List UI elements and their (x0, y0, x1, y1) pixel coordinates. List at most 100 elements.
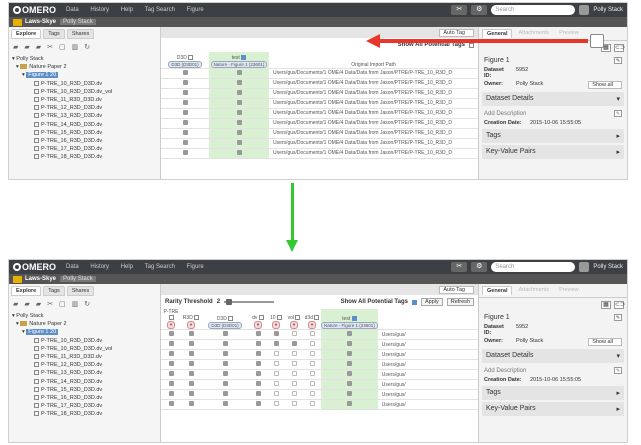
row-checkbox[interactable] (182, 99, 188, 105)
row-checkbox[interactable] (222, 381, 228, 386)
list-item[interactable]: P-TRE_10_R3D_D3D.dv (12, 337, 157, 345)
tree-user[interactable]: ▾ Polly Stack (12, 312, 157, 320)
column-checkbox[interactable] (295, 315, 301, 321)
list-item[interactable]: P-TRE_11_R3D_D3D.dv (12, 353, 157, 361)
row-checkbox[interactable] (346, 371, 352, 376)
copy-icon[interactable]: ▢ (59, 43, 66, 51)
row-checkbox[interactable] (236, 69, 242, 75)
row-checkbox[interactable] (346, 331, 352, 336)
show-all-tags-checkbox[interactable] (411, 299, 417, 305)
row-checkbox[interactable] (346, 401, 352, 406)
row-checkbox[interactable] (188, 401, 194, 406)
list-item[interactable]: P-TRE_13_R3D_D3D.dv (12, 369, 157, 377)
tab-general[interactable]: General (482, 286, 513, 295)
tab-tags[interactable]: Tags (43, 29, 65, 39)
tag-pill[interactable]: D3D (D3D01) (208, 322, 242, 329)
row-checkbox[interactable] (168, 371, 174, 376)
row-checkbox[interactable] (222, 391, 228, 396)
column-checkbox[interactable] (228, 316, 234, 322)
show-all-select[interactable]: Show all (588, 81, 622, 89)
tab-shares[interactable]: Shares (66, 286, 95, 296)
row-checkbox[interactable] (255, 381, 261, 386)
nav-tag-search[interactable]: Tag Search (145, 264, 175, 270)
list-item[interactable]: P-TRE_15_R3D_D3D.dv (12, 129, 157, 137)
row-checkbox[interactable] (291, 331, 297, 336)
list-item[interactable]: P-TRE_18_R3D_D3D.dv (12, 153, 157, 161)
row-checkbox[interactable] (168, 361, 174, 366)
user-name[interactable]: Polly Stack (593, 7, 623, 13)
row-checkbox[interactable] (309, 331, 315, 336)
dataset-details-section[interactable]: Dataset Details ▾ (482, 92, 624, 106)
row-checkbox[interactable] (182, 69, 188, 75)
gear-icon[interactable]: ⚙ (471, 5, 488, 15)
column-checkbox[interactable] (314, 315, 320, 321)
edit-icon[interactable]: ✎ (614, 57, 622, 64)
row-checkbox[interactable] (188, 371, 194, 376)
row-checkbox[interactable] (291, 371, 297, 376)
copy-icon[interactable]: ▢ (59, 300, 66, 308)
row-checkbox[interactable] (309, 351, 315, 356)
refresh-icon[interactable]: ↻ (84, 43, 90, 51)
tags-section[interactable]: Tags ▸ (482, 129, 624, 143)
list-item[interactable]: P-TRE_14_R3D_D3D.dv (12, 378, 157, 386)
grid-icon[interactable]: ▦ (601, 301, 611, 309)
edit-icon[interactable]: ✎ (614, 110, 622, 117)
row-checkbox[interactable] (168, 341, 174, 346)
nav-help[interactable]: Help (121, 7, 133, 13)
tab-preview[interactable]: Preview (555, 29, 583, 38)
tags-section[interactable]: Tags ▸ (482, 386, 624, 400)
row-checkbox[interactable] (236, 129, 242, 135)
tag-pill[interactable]: ▾ (307, 321, 317, 329)
row-checkbox[interactable] (255, 371, 261, 376)
list-item[interactable]: P-TRE_17_R3D_D3D.dv (12, 145, 157, 153)
row-checkbox[interactable] (222, 371, 228, 376)
tab-explore[interactable]: Explore (11, 29, 42, 39)
list-item[interactable]: P-TRE_11_R3D_D3D.dv (12, 96, 157, 104)
row-checkbox[interactable] (291, 381, 297, 386)
row-checkbox[interactable] (236, 109, 242, 115)
row-checkbox[interactable] (236, 119, 242, 125)
search-input[interactable]: Search (491, 5, 576, 15)
scissors-icon[interactable]: ✂ (451, 262, 468, 272)
row-checkbox[interactable] (188, 361, 194, 366)
new-folder-icon[interactable]: ▰ (13, 43, 18, 51)
column-checkbox[interactable] (276, 315, 282, 321)
row-checkbox[interactable] (273, 391, 279, 396)
auto-tag-dropdown[interactable]: Auto Tag (439, 28, 474, 37)
row-checkbox[interactable] (309, 381, 315, 386)
row-checkbox[interactable] (222, 351, 228, 356)
edit-icon[interactable]: ✎ (614, 314, 622, 321)
tag-pill[interactable]: Nature - Figure 1 (23601) (321, 322, 378, 329)
owner-selector[interactable]: Polly Stack (60, 19, 96, 25)
new-folder-icon[interactable]: ▰ (24, 300, 29, 308)
cut-icon[interactable]: ✂ (47, 300, 53, 308)
column-checkbox[interactable] (241, 54, 247, 60)
owner-selector[interactable]: Polly Stack (60, 276, 96, 282)
search-input[interactable]: Search (491, 262, 576, 272)
row-checkbox[interactable] (255, 361, 261, 366)
row-checkbox[interactable] (273, 371, 279, 376)
column-checkbox[interactable] (194, 315, 200, 321)
cut-icon[interactable]: ✂ (47, 43, 53, 51)
kv-section[interactable]: Key-Value Pairs ▸ (482, 145, 624, 159)
tree-user[interactable]: ▾ Polly Stack (12, 55, 157, 63)
add-description[interactable]: Add Description (484, 368, 526, 374)
row-checkbox[interactable] (182, 139, 188, 145)
new-folder-icon[interactable]: ▰ (13, 300, 18, 308)
folder-icon[interactable]: ▰ (36, 43, 41, 51)
row-checkbox[interactable] (222, 401, 228, 406)
list-item[interactable]: P-TRE_10_R3D_D3D.dv_vol (12, 88, 157, 96)
tab-general[interactable]: General (482, 29, 513, 38)
link-icon[interactable]: ⊂⊃ (614, 44, 625, 52)
list-item[interactable]: P-TRE_14_R3D_D3D.dv (12, 121, 157, 129)
trash-icon[interactable]: ▥ (72, 300, 79, 308)
slider-handle[interactable] (226, 299, 233, 305)
row-checkbox[interactable] (236, 89, 242, 95)
row-checkbox[interactable] (255, 391, 261, 396)
row-checkbox[interactable] (309, 371, 315, 376)
column-checkbox[interactable] (168, 315, 174, 321)
list-item[interactable]: P-TRE_17_R3D_D3D.dv (12, 402, 157, 410)
row-checkbox[interactable] (188, 381, 194, 386)
tree-project[interactable]: ▾ Nature Paper 2 (12, 320, 157, 328)
row-checkbox[interactable] (309, 341, 315, 346)
